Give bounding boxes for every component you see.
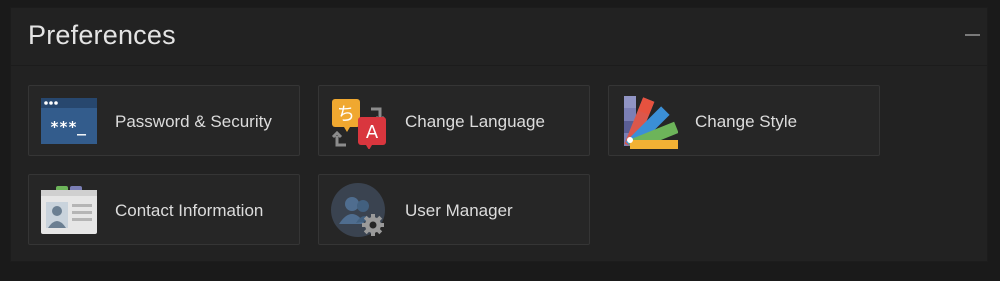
change-language-tile[interactable]: ち A Change Language (318, 85, 590, 156)
change-language-label: Change Language (405, 112, 545, 131)
minus-icon[interactable] (965, 26, 981, 42)
change-style-tile[interactable]: Change Style (608, 85, 880, 156)
preferences-panel: Preferences ***_ Password & Security ち A… (10, 7, 988, 262)
user-manager-label: User Manager (405, 201, 513, 220)
contact-information-tile[interactable]: Contact Information (28, 174, 300, 245)
user-manager-tile[interactable]: User Manager (318, 174, 590, 245)
change-language-icon: ち A (330, 93, 388, 150)
lang-source-glyph: ち (337, 104, 355, 125)
panel-header: Preferences (11, 8, 987, 66)
password-security-icon: ***_ (40, 93, 98, 149)
change-style-icon (620, 93, 680, 152)
contact-information-icon (40, 182, 98, 238)
password-security-label: Password & Security (115, 112, 272, 131)
change-style-label: Change Style (695, 112, 798, 131)
password-mask-text: ***_ (50, 118, 87, 136)
password-security-tile[interactable]: ***_ Password & Security (28, 85, 300, 156)
user-manager-icon (330, 182, 388, 238)
contact-information-label: Contact Information (115, 201, 264, 220)
panel-title: Preferences (28, 20, 176, 50)
lang-target-glyph: A (366, 122, 379, 143)
collapse-bar (965, 34, 980, 36)
